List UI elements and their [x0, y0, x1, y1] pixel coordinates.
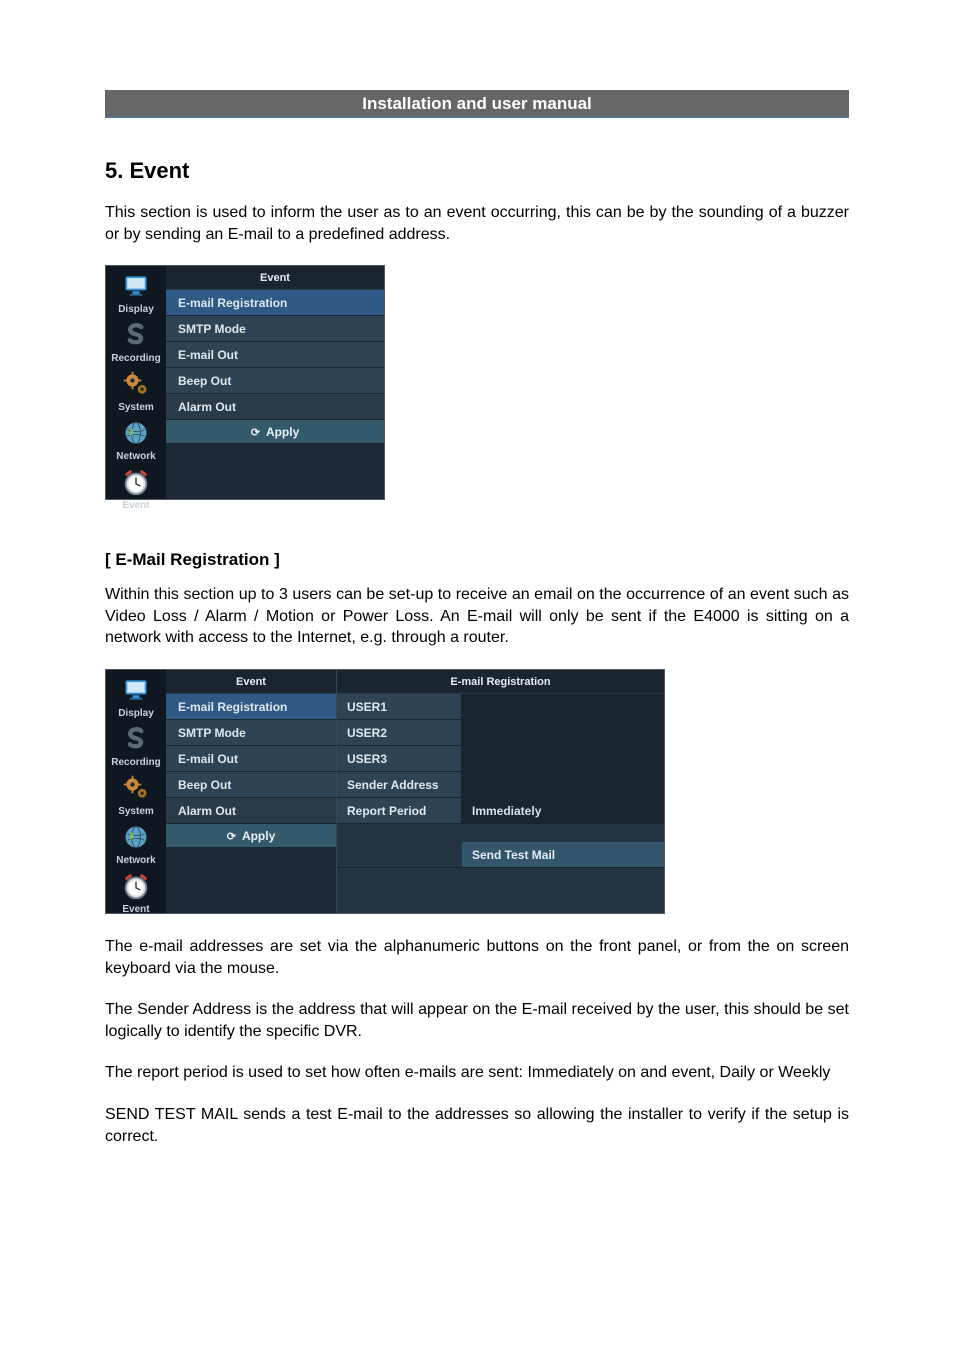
menu-header: Event — [166, 670, 336, 694]
sidebar-item-label: Recording — [111, 757, 160, 768]
sidebar-item-label: System — [118, 806, 154, 817]
globe-icon — [119, 417, 153, 449]
sidebar: Display Recording System Network Event — [106, 266, 166, 499]
sidebar-item-label: Network — [116, 855, 155, 866]
s-icon — [119, 723, 153, 755]
select-report-period[interactable]: Immediately — [462, 798, 664, 823]
menu-item-alarm-out[interactable]: Alarm Out — [166, 798, 336, 824]
email-reg-desc: Within this section up to 3 users can be… — [105, 584, 849, 649]
menu-item-email-registration[interactable]: E-mail Registration — [166, 694, 336, 720]
sidebar-item-label: Event — [122, 500, 149, 511]
gears-icon — [119, 772, 153, 804]
sidebar-item-label: Recording — [111, 353, 160, 364]
panel-header: E-mail Registration — [337, 670, 664, 694]
sidebar-item-display[interactable]: Display — [107, 270, 165, 315]
apply-button[interactable]: ⟳ Apply — [166, 824, 336, 848]
sidebar-item-recording[interactable]: Recording — [107, 723, 165, 768]
menu-item-email-out[interactable]: E-mail Out — [166, 342, 384, 368]
sidebar-item-recording[interactable]: Recording — [107, 319, 165, 364]
monitor-icon — [119, 270, 153, 302]
sidebar-item-label: Display — [118, 708, 154, 719]
panel-filler — [337, 868, 664, 913]
email-registration-panel: E-mail Registration USER1 USER2 USER3 Se… — [336, 670, 664, 913]
label-user2: USER2 — [337, 720, 462, 745]
menu-item-alarm-out[interactable]: Alarm Out — [166, 394, 384, 420]
send-test-mail-button[interactable]: Send Test Mail — [462, 842, 664, 867]
gears-icon — [119, 368, 153, 400]
event-menu-screenshot: Display Recording System Network Event — [105, 265, 385, 500]
input-user3[interactable] — [462, 746, 664, 771]
header-title: Installation and user manual — [362, 94, 592, 113]
menu-item-email-registration[interactable]: E-mail Registration — [166, 290, 384, 316]
sidebar-item-event[interactable]: Event — [107, 466, 165, 511]
monitor-icon — [119, 674, 153, 706]
event-menu: Event E-mail Registration SMTP Mode E-ma… — [166, 670, 336, 913]
clock-icon — [119, 870, 153, 902]
sidebar-item-display[interactable]: Display — [107, 674, 165, 719]
email-reg-p1: The e-mail addresses are set via the alp… — [105, 936, 849, 979]
sidebar-item-network[interactable]: Network — [107, 821, 165, 866]
sidebar-item-label: Network — [116, 451, 155, 462]
menu-item-smtp-mode[interactable]: SMTP Mode — [166, 720, 336, 746]
sidebar-item-network[interactable]: Network — [107, 417, 165, 462]
label-sender-address: Sender Address — [337, 772, 462, 797]
sidebar-item-label: System — [118, 402, 154, 413]
apply-label: Apply — [242, 829, 275, 843]
email-reg-p3: The report period is used to set how oft… — [105, 1062, 849, 1084]
input-sender-address[interactable] — [462, 772, 664, 797]
email-reg-p4: SEND TEST MAIL sends a test E-mail to th… — [105, 1104, 849, 1147]
sidebar-item-system[interactable]: System — [107, 368, 165, 413]
email-registration-screenshot: Display Recording System Network Event — [105, 669, 665, 914]
sidebar-item-event[interactable]: Event — [107, 870, 165, 915]
sidebar-item-label: Display — [118, 304, 154, 315]
section-title: 5. Event — [105, 158, 849, 184]
input-user1[interactable] — [462, 694, 664, 719]
panel-spacer — [337, 842, 462, 867]
sync-icon: ⟳ — [251, 427, 260, 439]
panel-spacer — [337, 824, 664, 842]
label-user3: USER3 — [337, 746, 462, 771]
apply-label: Apply — [266, 425, 299, 439]
s-icon — [119, 319, 153, 351]
label-user1: USER1 — [337, 694, 462, 719]
sidebar-item-system[interactable]: System — [107, 772, 165, 817]
email-reg-p2: The Sender Address is the address that w… — [105, 999, 849, 1042]
menu-item-smtp-mode[interactable]: SMTP Mode — [166, 316, 384, 342]
page-header-bar: Installation and user manual — [105, 90, 849, 118]
menu-item-beep-out[interactable]: Beep Out — [166, 368, 384, 394]
menu-header: Event — [166, 266, 384, 290]
menu-item-beep-out[interactable]: Beep Out — [166, 772, 336, 798]
label-report-period: Report Period — [337, 798, 462, 823]
sync-icon: ⟳ — [227, 831, 236, 843]
globe-icon — [119, 821, 153, 853]
input-user2[interactable] — [462, 720, 664, 745]
event-menu: Event E-mail Registration SMTP Mode E-ma… — [166, 266, 384, 499]
menu-item-email-out[interactable]: E-mail Out — [166, 746, 336, 772]
sidebar-item-label: Event — [122, 904, 149, 915]
email-reg-heading: [ E-Mail Registration ] — [105, 550, 849, 570]
section-intro: This section is used to inform the user … — [105, 202, 849, 245]
sidebar: Display Recording System Network Event — [106, 670, 166, 913]
apply-button[interactable]: ⟳ Apply — [166, 420, 384, 444]
clock-icon — [119, 466, 153, 498]
